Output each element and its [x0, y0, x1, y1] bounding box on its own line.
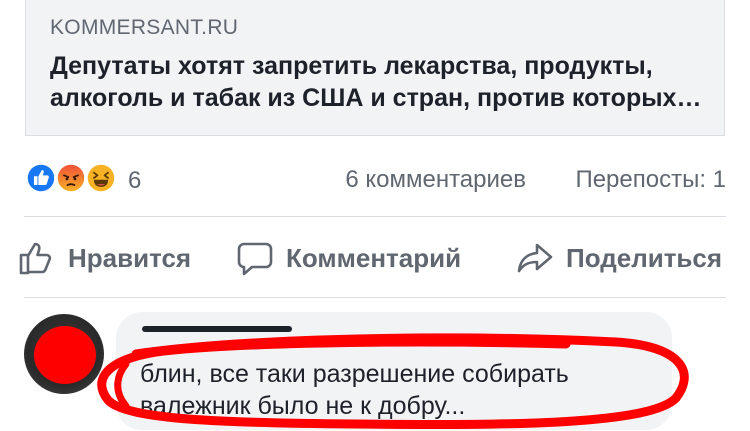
comment-text: блин, все таки разрешение собирать валеж…	[140, 360, 569, 420]
share-arrow-icon	[517, 243, 553, 273]
like-icon	[24, 161, 58, 195]
share-label: Поделиться	[566, 242, 723, 273]
link-domain: KOMMERSANT.RU	[50, 16, 239, 39]
like-button[interactable]: Нравится	[18, 232, 191, 284]
avatar[interactable]	[24, 314, 104, 394]
haha-icon	[84, 161, 118, 195]
post-actions: Нравится Комментарий Поделиться	[0, 232, 750, 284]
comment-bubble[interactable]: блин, все таки разрешение собирать валеж…	[116, 312, 672, 430]
comments-count-link[interactable]: 6 комментариев	[345, 166, 526, 194]
link-title[interactable]: Депутаты хотят запретить лекарства, прод…	[50, 50, 710, 114]
post-stats: 6 6 комментариев Перепосты: 1	[0, 158, 750, 198]
comment-button[interactable]: Комментарий	[236, 232, 461, 284]
redaction-mark	[34, 326, 96, 384]
speech-bubble-icon	[237, 242, 273, 276]
thumbs-up-icon	[19, 242, 52, 275]
comment: блин, все таки разрешение собирать валеж…	[0, 310, 750, 431]
link-preview-card[interactable]: KOMMERSANT.RU Депутаты хотят запретить л…	[25, 0, 725, 136]
like-label: Нравится	[68, 242, 192, 273]
share-button[interactable]: Поделиться	[516, 232, 722, 284]
reaction-count: 6	[128, 167, 142, 194]
divider	[24, 216, 726, 217]
angry-icon	[54, 161, 88, 195]
divider	[24, 297, 726, 298]
comment-label: Комментарий	[286, 242, 462, 273]
shares-count-link[interactable]: Перепосты: 1	[575, 166, 726, 194]
author-name-redacted[interactable]	[142, 326, 292, 332]
